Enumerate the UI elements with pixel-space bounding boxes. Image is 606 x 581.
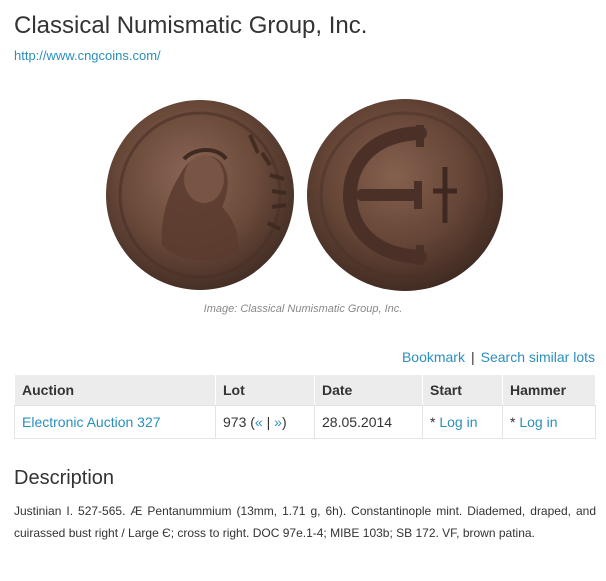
- column-header-start: Start: [422, 374, 503, 406]
- next-lot-link[interactable]: »: [274, 414, 282, 430]
- lot-cell: 973 (« | »): [215, 405, 315, 439]
- hammer-cell: * Log in: [502, 405, 596, 439]
- table-header-row: Auction Lot Date Start Hammer: [14, 374, 596, 406]
- auction-link[interactable]: Electronic Auction 327: [22, 414, 161, 430]
- column-header-auction: Auction: [14, 374, 216, 406]
- column-header-lot: Lot: [215, 374, 315, 406]
- start-prefix: *: [430, 414, 440, 430]
- start-cell: * Log in: [422, 405, 503, 439]
- image-caption: Image: Classical Numismatic Group, Inc.: [203, 303, 403, 315]
- lot-nav-separator: |: [262, 414, 275, 430]
- table-row: Electronic Auction 327 973 (« | ») 28.05…: [14, 405, 596, 439]
- coin-reverse: [307, 99, 503, 291]
- page-title: Classical Numismatic Group, Inc.: [14, 12, 368, 39]
- page: Classical Numismatic Group, Inc. http://…: [0, 0, 606, 581]
- hammer-prefix: *: [510, 414, 520, 430]
- search-similar-link[interactable]: Search similar lots: [481, 349, 595, 365]
- lot-actions: Bookmark | Search similar lots: [402, 349, 595, 365]
- coin-image: [100, 95, 510, 295]
- lot-paren-open: (: [246, 414, 255, 430]
- lots-table: Auction Lot Date Start Hammer Electronic…: [14, 374, 596, 439]
- website-link[interactable]: http://www.cngcoins.com/: [14, 48, 161, 63]
- description-heading: Description: [14, 467, 115, 489]
- hammer-login-link[interactable]: Log in: [519, 414, 557, 430]
- column-header-date: Date: [314, 374, 423, 406]
- lot-number: 973: [223, 414, 247, 430]
- actions-separator: |: [470, 349, 475, 365]
- column-header-hammer: Hammer: [502, 374, 596, 406]
- lot-paren-close: ): [281, 414, 287, 430]
- previous-lot-link[interactable]: «: [255, 414, 263, 430]
- bookmark-link[interactable]: Bookmark: [402, 349, 465, 365]
- coin-obverse: [106, 100, 294, 290]
- date-cell: 28.05.2014: [314, 405, 423, 439]
- start-login-link[interactable]: Log in: [439, 414, 477, 430]
- coin-photo: [106, 99, 503, 291]
- auction-cell: Electronic Auction 327: [14, 405, 216, 439]
- description-text: Justinian I. 527-565. Æ Pentanummium (13…: [14, 504, 596, 540]
